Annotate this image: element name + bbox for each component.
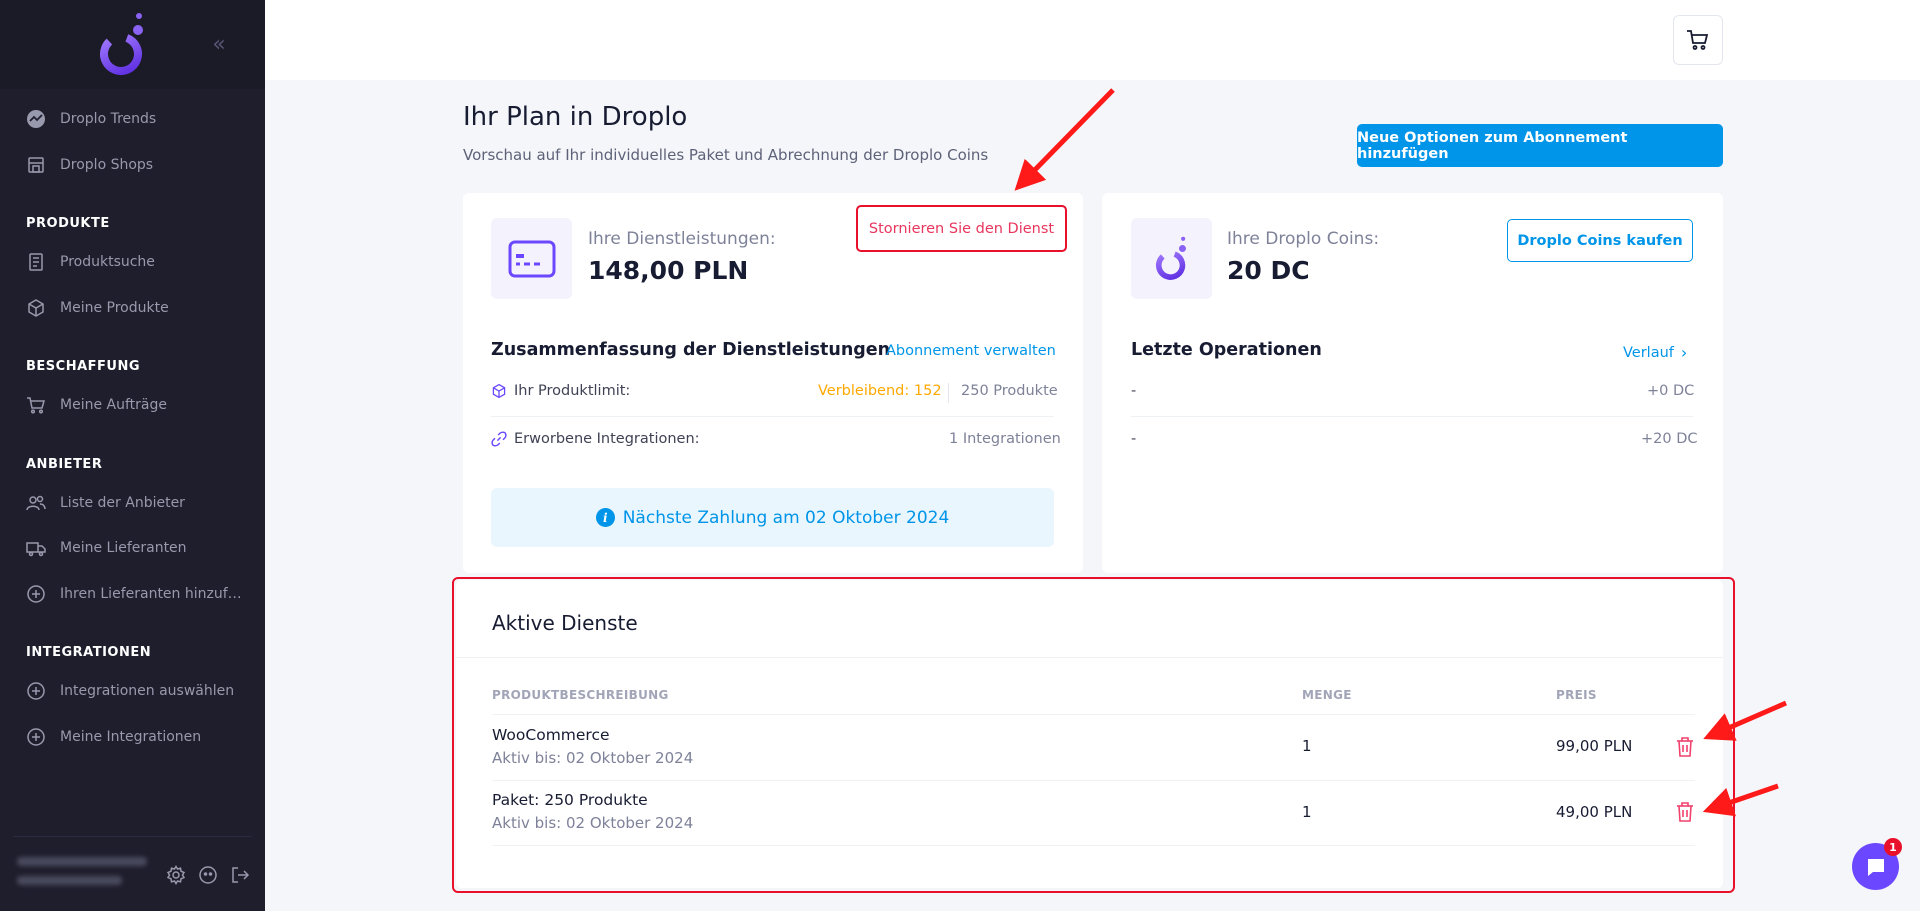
divider bbox=[1131, 416, 1693, 417]
box-icon bbox=[492, 383, 506, 399]
droplo-coin-icon bbox=[1155, 236, 1186, 280]
product-limit-value: 250 Produkte bbox=[961, 383, 1058, 399]
add-subscription-options-button[interactable]: Neue Optionen zum Abonnement hinzufügen bbox=[1357, 124, 1723, 167]
divider bbox=[491, 416, 1054, 417]
section-integrationen: INTEGRATIONEN bbox=[26, 645, 152, 660]
section-produkte: PRODUKTE bbox=[26, 216, 110, 231]
link-icon bbox=[491, 431, 507, 447]
sidebar-item-meine-lieferanten[interactable]: Meine Lieferanten bbox=[0, 528, 265, 568]
services-label: Ihre Dienstleistungen: bbox=[588, 229, 776, 249]
sidebar-item-label: Ihren Lieferanten hinzufügen bbox=[60, 586, 250, 602]
cart-icon bbox=[26, 395, 46, 415]
credit-card-icon bbox=[508, 240, 555, 277]
integrations-row: Erworbene Integrationen: bbox=[491, 431, 700, 447]
sidebar-item-label: Integrationen auswählen bbox=[60, 683, 235, 699]
page-title: Ihr Plan in Droplo bbox=[463, 102, 688, 132]
sidebar-item-produktsuche[interactable]: Produktsuche bbox=[0, 242, 265, 282]
next-payment-notice: i Nächste Zahlung am 02 Oktober 2024 bbox=[491, 488, 1054, 547]
product-limit-row: Ihr Produktlimit: bbox=[491, 383, 630, 399]
truck-icon bbox=[26, 538, 46, 558]
operation-amount: +20 DC bbox=[1641, 431, 1698, 447]
sidebar: « Droplo Trends Droplo Shops PRODUKTE Pr… bbox=[0, 0, 265, 911]
cart-button[interactable] bbox=[1673, 15, 1723, 65]
page-subtitle: Vorschau auf Ihr individuelles Paket und… bbox=[463, 146, 989, 164]
sidebar-footer bbox=[13, 836, 252, 911]
section-beschaffung: BESCHAFFUNG bbox=[26, 359, 141, 374]
sidebar-item-label: Meine Produkte bbox=[60, 300, 169, 316]
sidebar-item-label: Droplo Shops bbox=[60, 157, 154, 173]
next-payment-text: Nächste Zahlung am 02 Oktober 2024 bbox=[622, 507, 950, 528]
annotation-arrow bbox=[1014, 88, 1115, 191]
sidebar-item-meine-auftraege[interactable]: Meine Aufträge bbox=[0, 385, 265, 425]
logout-icon[interactable] bbox=[229, 864, 251, 886]
services-summary-title: Zusammenfassung der Dienstleistungen bbox=[491, 340, 891, 360]
highlight-frame bbox=[452, 577, 1735, 893]
plus-circle-icon bbox=[26, 584, 46, 604]
plus-circle-icon bbox=[26, 727, 46, 747]
shop-icon bbox=[26, 155, 46, 175]
coins-label: Ihre Droplo Coins: bbox=[1227, 229, 1380, 249]
droplo-logo[interactable] bbox=[95, 12, 151, 78]
chat-badge: 1 bbox=[1884, 838, 1902, 856]
trends-icon bbox=[26, 109, 46, 129]
feedback-icon[interactable] bbox=[197, 864, 219, 886]
users-icon bbox=[26, 493, 46, 513]
operation-name: - bbox=[1131, 431, 1137, 447]
sidebar-item-droplo-shops[interactable]: Droplo Shops bbox=[0, 145, 265, 185]
services-icon-box bbox=[491, 218, 572, 299]
sidebar-item-meine-integrationen[interactable]: Meine Integrationen bbox=[0, 717, 265, 757]
user-info-blurred bbox=[17, 857, 152, 895]
chevron-right-icon: › bbox=[1680, 343, 1688, 362]
services-total: 148,00 PLN bbox=[588, 256, 749, 285]
section-anbieter: ANBIETER bbox=[26, 457, 103, 472]
sidebar-item-droplo-trends[interactable]: Droplo Trends bbox=[0, 99, 265, 139]
sidebar-item-label: Meine Integrationen bbox=[60, 729, 202, 745]
box-icon bbox=[26, 298, 46, 318]
coins-icon-box bbox=[1131, 218, 1212, 299]
sidebar-item-liste-der-anbieter[interactable]: Liste der Anbieter bbox=[0, 483, 265, 523]
integrations-value: 1 Integrationen bbox=[949, 431, 1061, 447]
integrations-label: Erworbene Integrationen: bbox=[514, 431, 700, 447]
history-link[interactable]: Verlauf › bbox=[1623, 343, 1687, 362]
settings-icon[interactable] bbox=[165, 864, 187, 886]
catalog-icon bbox=[26, 252, 46, 272]
sidebar-header: « bbox=[0, 0, 265, 89]
collapse-sidebar-icon[interactable]: « bbox=[208, 34, 230, 56]
cart-icon bbox=[1687, 30, 1709, 50]
product-limit-label: Ihr Produktlimit: bbox=[514, 383, 631, 399]
sidebar-item-lieferanten-hinzufuegen[interactable]: Ihren Lieferanten hinzufügen bbox=[0, 574, 265, 614]
sidebar-item-label: Liste der Anbieter bbox=[60, 495, 185, 511]
sidebar-item-meine-produkte[interactable]: Meine Produkte bbox=[0, 288, 265, 328]
remaining-products: Verbleibend: 152 bbox=[818, 383, 942, 399]
sidebar-item-label: Meine Lieferanten bbox=[60, 540, 187, 556]
sidebar-item-label: Droplo Trends bbox=[60, 111, 157, 127]
value-separator bbox=[948, 383, 949, 403]
manage-subscription-link[interactable]: Abonnement verwalten bbox=[886, 343, 1056, 359]
chat-icon bbox=[1867, 858, 1884, 876]
sidebar-item-integrationen-auswaehlen[interactable]: Integrationen auswählen bbox=[0, 671, 265, 711]
cancel-service-button[interactable]: Stornieren Sie den Dienst bbox=[856, 205, 1067, 252]
sidebar-item-label: Produktsuche bbox=[60, 254, 155, 270]
coins-total: 20 DC bbox=[1227, 256, 1310, 285]
last-operations-title: Letzte Operationen bbox=[1131, 340, 1322, 360]
buy-coins-button[interactable]: Droplo Coins kaufen bbox=[1507, 219, 1693, 262]
history-link-label: Verlauf bbox=[1623, 344, 1674, 361]
sidebar-item-label: Meine Aufträge bbox=[60, 397, 167, 413]
operation-name: - bbox=[1131, 383, 1137, 399]
info-icon: i bbox=[595, 508, 615, 527]
plus-circle-icon bbox=[26, 681, 46, 701]
operation-amount: +0 DC bbox=[1647, 383, 1695, 399]
top-bar bbox=[265, 0, 1920, 80]
